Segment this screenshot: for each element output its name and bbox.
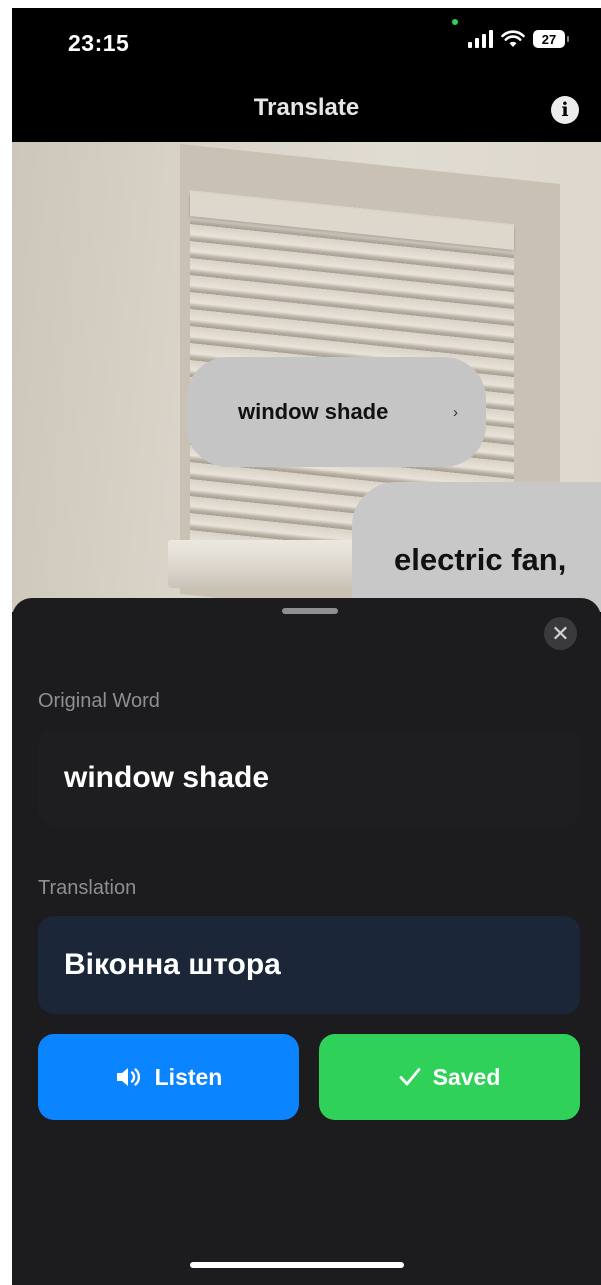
page-title: Translate — [253, 94, 360, 121]
detected-label-electric-fan[interactable]: electric fan, — [352, 482, 601, 612]
saved-button[interactable]: Saved — [319, 1034, 580, 1120]
translation-value: Віконна штора — [64, 948, 281, 981]
translation-field: Віконна штора — [38, 916, 580, 1014]
listen-button-label: Listen — [154, 1063, 223, 1090]
camera-indicator-dot — [452, 19, 458, 25]
original-word-field: window shade — [38, 730, 580, 826]
translation-sheet: ✕ Original Word window shade Translation… — [12, 598, 601, 1285]
signal-icon — [468, 30, 493, 48]
speaker-icon — [116, 1068, 140, 1086]
phone-screen: 23:15 27 Translate i window shade › elec… — [12, 8, 601, 1285]
home-indicator[interactable] — [190, 1262, 404, 1268]
camera-view: window shade › electric fan, — [12, 142, 601, 612]
battery-icon: 27 — [533, 30, 569, 48]
chevron-right-icon: › — [453, 403, 458, 421]
info-icon[interactable]: i — [551, 96, 579, 124]
close-icon[interactable]: ✕ — [544, 617, 577, 650]
translation-label: Translation — [38, 877, 137, 899]
detected-label-text: electric fan, — [394, 542, 567, 577]
original-word-label: Original Word — [38, 690, 160, 712]
detected-label-window-shade[interactable]: window shade › — [186, 357, 486, 467]
status-time: 23:15 — [68, 30, 130, 56]
saved-button-label: Saved — [432, 1063, 501, 1090]
wifi-icon — [501, 30, 525, 47]
status-indicators: 27 — [468, 30, 569, 48]
sheet-grabber[interactable] — [282, 608, 338, 614]
listen-button[interactable]: Listen — [38, 1034, 299, 1120]
checkmark-icon — [399, 1068, 421, 1086]
detected-label-text: window shade — [238, 399, 389, 424]
original-word-value: window shade — [64, 761, 270, 794]
